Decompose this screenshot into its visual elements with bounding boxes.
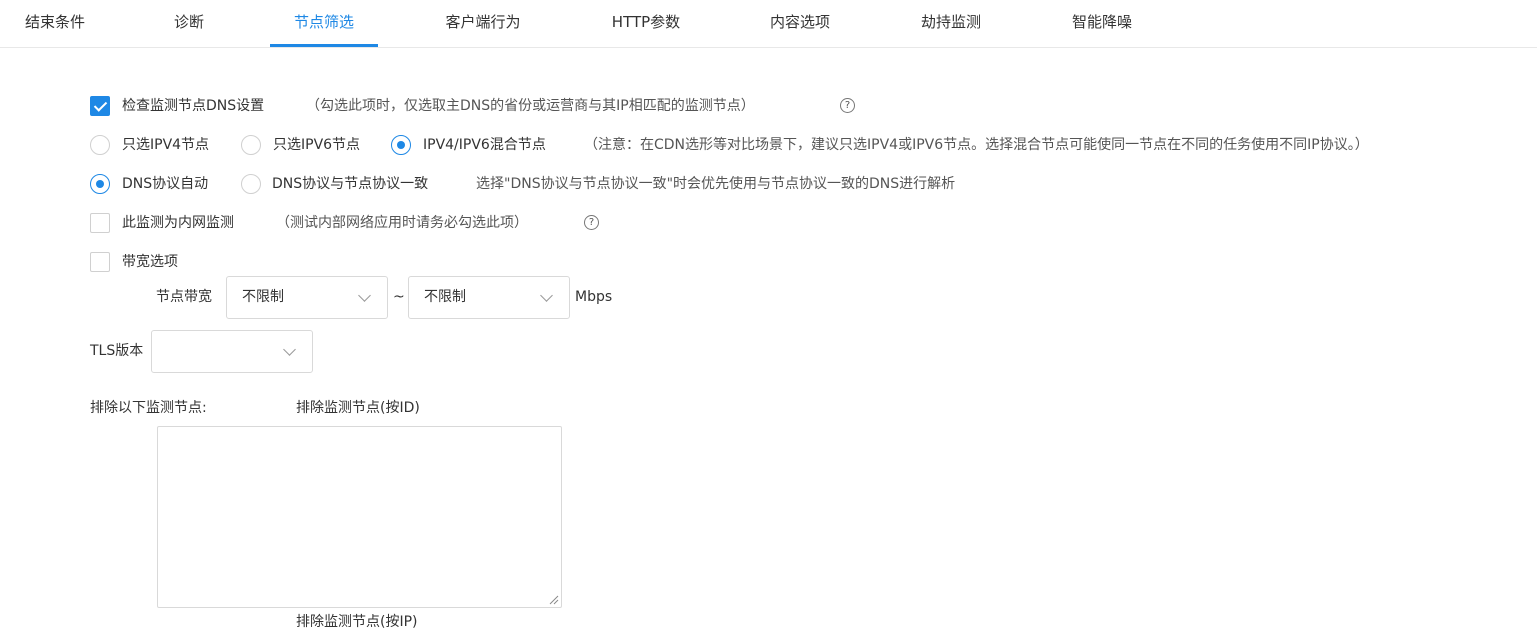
ipv6-only-label: 只选IPV6节点 bbox=[273, 137, 361, 153]
chevron-down-icon bbox=[540, 289, 553, 302]
bandwidth-max-value: 不限制 bbox=[424, 289, 466, 305]
dns-check-note: （勾选此项时，仅选取主DNS的省份或运营商与其IP相匹配的监测节点） bbox=[306, 98, 755, 114]
ipv6-only-radio[interactable] bbox=[241, 135, 261, 155]
ipv4-ipv6-mixed-radio[interactable] bbox=[391, 135, 411, 155]
tab-end-conditions[interactable]: 结束条件 bbox=[22, 0, 88, 47]
dns-check-checkbox[interactable] bbox=[90, 96, 110, 116]
tab-http-params[interactable]: HTTP参数 bbox=[610, 0, 682, 47]
bandwidth-max-select[interactable]: 不限制 bbox=[408, 276, 570, 319]
tab-hijack-monitor[interactable]: 劫持监测 bbox=[918, 0, 984, 47]
bandwidth-min-select[interactable]: 不限制 bbox=[226, 276, 388, 319]
dns-protocol-note: 选择"DNS协议与节点协议一致"时会优先使用与节点协议一致的DNS进行解析 bbox=[476, 176, 956, 192]
chevron-down-icon bbox=[358, 289, 371, 302]
ipv4-only-label: 只选IPV4节点 bbox=[122, 137, 210, 153]
dns-check-label: 检查监测节点DNS设置 bbox=[122, 98, 265, 114]
exclude-by-id-textarea[interactable] bbox=[157, 426, 562, 608]
tab-content-options[interactable]: 内容选项 bbox=[767, 0, 833, 47]
bandwidth-checkbox[interactable] bbox=[90, 252, 110, 272]
ip-version-note: （注意：在CDN选形等对比场景下，建议只选IPV4或IPV6节点。选择混合节点可… bbox=[584, 137, 1369, 153]
intranet-note: （测试内部网络应用时请务必勾选此项） bbox=[276, 215, 528, 231]
ipv4-ipv6-mixed-label: IPV4/IPV6混合节点 bbox=[423, 137, 546, 153]
dns-protocol-match-radio[interactable] bbox=[241, 174, 261, 194]
tls-version-label: TLS版本 bbox=[90, 343, 144, 359]
exclude-by-ip-label: 排除监测节点(按IP) bbox=[296, 614, 418, 630]
chevron-down-icon bbox=[283, 343, 296, 356]
bandwidth-label: 带宽选项 bbox=[122, 254, 178, 270]
intranet-checkbox[interactable] bbox=[90, 213, 110, 233]
tab-client-behavior[interactable]: 客户端行为 bbox=[442, 0, 524, 47]
exclude-nodes-label: 排除以下监测节点: bbox=[90, 400, 207, 416]
ipv4-only-radio[interactable] bbox=[90, 135, 110, 155]
active-tab-indicator bbox=[270, 44, 378, 47]
bandwidth-unit: Mbps bbox=[575, 289, 613, 305]
dns-protocol-auto-radio[interactable] bbox=[90, 174, 110, 194]
tab-bar: 结束条件 诊断 节点筛选 客户端行为 HTTP参数 内容选项 劫持监测 智能降噪 bbox=[0, 0, 1537, 48]
exclude-by-id-label: 排除监测节点(按ID) bbox=[296, 400, 420, 416]
help-icon[interactable]: ? bbox=[840, 98, 855, 113]
dns-protocol-match-label: DNS协议与节点协议一致 bbox=[272, 176, 429, 192]
bandwidth-min-value: 不限制 bbox=[242, 289, 284, 305]
intranet-label: 此监测为内网监测 bbox=[122, 215, 234, 231]
tab-diagnosis[interactable]: 诊断 bbox=[172, 0, 206, 47]
bandwidth-range-separator: ~ bbox=[393, 289, 405, 305]
tab-smart-denoise[interactable]: 智能降噪 bbox=[1069, 0, 1135, 47]
help-icon[interactable]: ? bbox=[584, 215, 599, 230]
resize-handle-icon[interactable] bbox=[549, 595, 559, 605]
dns-protocol-auto-label: DNS协议自动 bbox=[122, 176, 209, 192]
tab-node-filter[interactable]: 节点筛选 bbox=[270, 0, 378, 47]
node-bandwidth-label: 节点带宽 bbox=[156, 289, 212, 305]
tls-version-select[interactable] bbox=[151, 330, 313, 373]
